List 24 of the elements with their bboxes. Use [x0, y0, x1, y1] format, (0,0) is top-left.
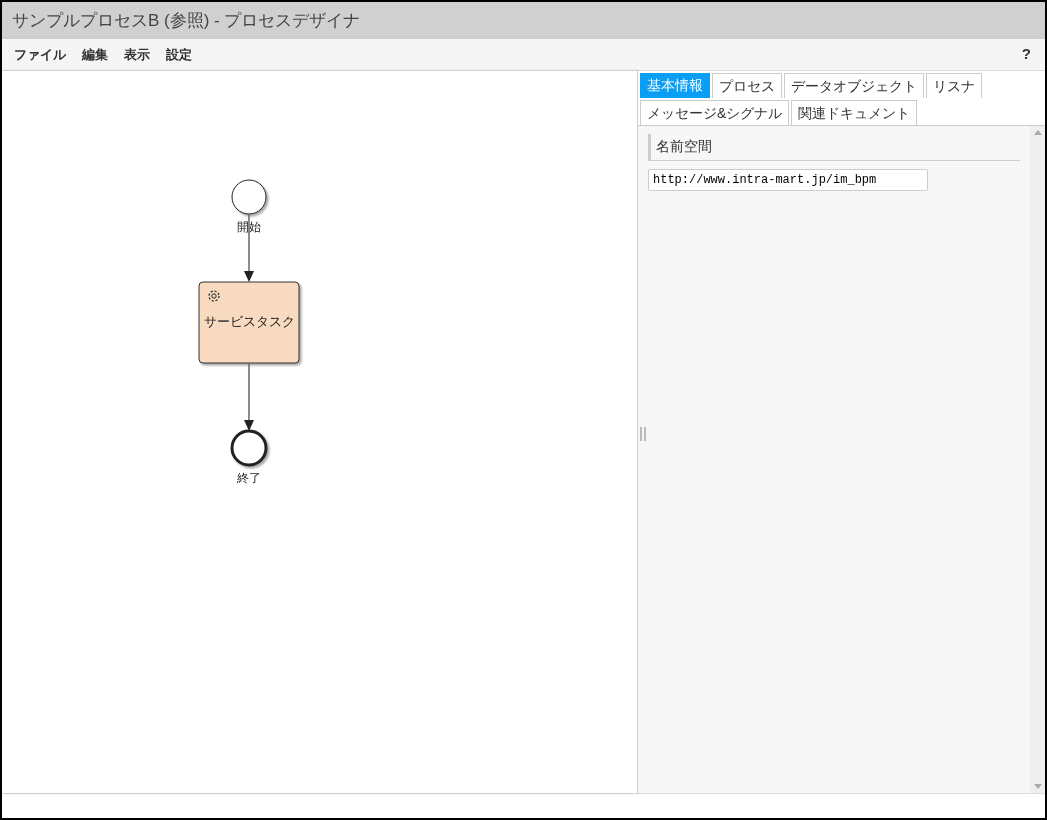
section-title: 名前空間: [656, 138, 712, 154]
end-event-circle: [230, 429, 268, 467]
tab[interactable]: 関連ドキュメント: [791, 100, 918, 125]
menu-item[interactable]: 編集: [80, 44, 110, 65]
menu-item[interactable]: 表示: [122, 44, 152, 65]
scroll-down-icon[interactable]: [1033, 784, 1042, 789]
gear-icon: [208, 290, 220, 302]
event-label: 終了: [237, 471, 261, 485]
help-button[interactable]: ?: [1021, 43, 1031, 66]
service-task: サービスタスク: [198, 281, 300, 364]
splitter-handle[interactable]: [640, 427, 646, 441]
start-event-circle: [231, 179, 267, 215]
menu-item[interactable]: ファイル: [12, 44, 68, 65]
tab[interactable]: データオブジェクト: [784, 73, 924, 98]
tab[interactable]: プロセス: [712, 73, 782, 98]
tab[interactable]: メッセージ&シグナル: [640, 100, 790, 125]
window-title: サンプルプロセスB (参照) - プロセスデザイナ: [12, 9, 361, 32]
namespace-field[interactable]: http://www.intra-mart.jp/im_bpm: [648, 169, 928, 191]
event-label: 開始: [237, 220, 261, 234]
sequence-flow-arrow: [244, 362, 254, 431]
menu-item[interactable]: 設定: [164, 44, 194, 65]
tab[interactable]: リスナ: [926, 73, 982, 98]
scrollbar[interactable]: [1030, 126, 1045, 793]
scroll-up-icon[interactable]: [1033, 130, 1042, 135]
